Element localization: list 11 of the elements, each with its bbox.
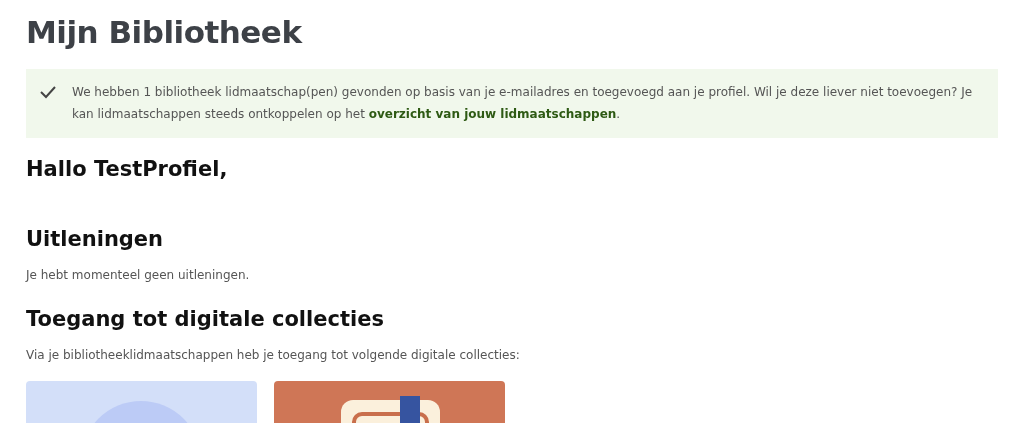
notice-text: We hebben 1 bibliotheek lidmaatschap(pen) gevonden op basis van je e-mailadres en toegevoegd aan je profiel. Wil je deze liever niet toevoegen? Je kan lidmaatschappen steeds ontkoppelen op het overzicht van jouw lidmaatschappen. bbox=[72, 84, 974, 123]
section-heading: Uitleningen bbox=[26, 226, 165, 253]
greeting-heading: Hallo TestProfiel, bbox=[26, 156, 229, 183]
collection-tile[interactable] bbox=[26, 381, 257, 423]
loans-text: Je hebt momenteel geen uitleningen. bbox=[26, 267, 251, 283]
book-icon bbox=[341, 396, 440, 423]
section-heading: Toegang tot digitale collecties bbox=[26, 306, 385, 333]
collection-tile[interactable] bbox=[274, 381, 505, 423]
page-title: Mijn Bibliotheek bbox=[26, 13, 304, 52]
checkmark-icon bbox=[40, 85, 56, 99]
collections-text: Via je bibliotheeklidmaatschappen heb je toegang tot volgende digitale collecties: bbox=[26, 347, 521, 363]
